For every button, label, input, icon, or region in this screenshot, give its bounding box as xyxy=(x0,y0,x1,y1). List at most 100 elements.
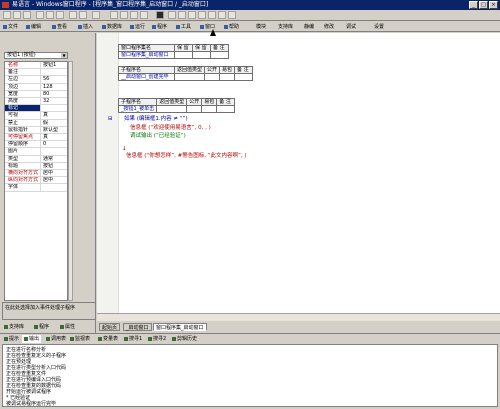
table-cell[interactable] xyxy=(192,51,211,59)
table-cell[interactable] xyxy=(186,105,203,113)
tab-watch-table[interactable]: 监视表 xyxy=(68,335,92,343)
compile-icon[interactable] xyxy=(168,11,176,19)
menu-tools[interactable]: 工具 xyxy=(176,22,191,32)
step-into-icon[interactable] xyxy=(178,11,186,19)
menu-run[interactable]: 运行 xyxy=(130,22,145,32)
align-icon[interactable] xyxy=(130,11,138,19)
help-icon[interactable] xyxy=(228,11,236,19)
table-cell[interactable] xyxy=(210,51,229,59)
property-row[interactable]: 标记 xyxy=(5,105,67,113)
property-value[interactable] xyxy=(43,184,67,190)
menu-edit[interactable]: 编辑 xyxy=(26,22,41,32)
table-cell[interactable] xyxy=(216,105,236,113)
grid-icon[interactable] xyxy=(140,11,148,19)
redo-icon[interactable] xyxy=(79,11,87,19)
open-file-icon[interactable] xyxy=(13,11,21,19)
property-row[interactable]: 图片 xyxy=(5,148,67,156)
table-cell[interactable] xyxy=(234,73,254,81)
find-icon[interactable] xyxy=(92,11,100,19)
property-row[interactable]: 禁止假 xyxy=(5,119,67,127)
menu-module[interactable]: 模块 xyxy=(256,22,266,32)
tab-search2[interactable]: 搜寻2 xyxy=(146,335,168,343)
menu-file[interactable]: 文件 xyxy=(3,22,18,32)
tab-support-lib[interactable]: 支持库 xyxy=(2,323,26,331)
property-row[interactable]: 可停留焦点真 xyxy=(5,134,67,142)
tab-program[interactable]: 程序 xyxy=(32,323,51,331)
editor-scrollbar[interactable] xyxy=(97,313,500,321)
undo-icon[interactable] xyxy=(69,11,77,19)
table-cell[interactable] xyxy=(204,73,221,81)
table-cell[interactable] xyxy=(201,105,218,113)
property-value[interactable]: 真 xyxy=(43,134,67,140)
minimize-button[interactable]: _ xyxy=(469,1,478,9)
tab-hint[interactable]: 提示 xyxy=(2,335,21,343)
stop-icon[interactable] xyxy=(208,11,216,19)
chevron-down-icon[interactable]: ▼ xyxy=(61,53,67,58)
property-row[interactable]: 类型 通常 xyxy=(5,155,67,163)
cut-icon[interactable] xyxy=(36,11,44,19)
property-value[interactable]: 居中 xyxy=(43,177,67,183)
tab-clip-history[interactable]: 剪辑历史 xyxy=(170,335,199,343)
property-row[interactable]: 鼠标指针 默认型 xyxy=(5,126,67,134)
menu-database[interactable]: 数据库 xyxy=(102,22,122,32)
save-icon[interactable] xyxy=(23,11,31,19)
tab-var-table[interactable]: 变量表 xyxy=(96,335,120,343)
property-value[interactable] xyxy=(43,148,67,154)
tab-search1[interactable]: 搜寻1 xyxy=(122,335,144,343)
property-row[interactable]: 可视真 xyxy=(5,112,67,120)
menu-static[interactable]: 静编 xyxy=(304,22,314,32)
property-value[interactable]: 假 xyxy=(43,120,67,126)
object-select[interactable]: 按钮1 (按钮) ▼ xyxy=(4,52,68,59)
layout-icon[interactable] xyxy=(110,11,118,19)
property-value[interactable]: 128 xyxy=(43,84,67,90)
menu-modify[interactable]: 修改 xyxy=(324,22,334,32)
table-cell[interactable] xyxy=(156,105,188,113)
table-cell[interactable] xyxy=(219,73,236,81)
breakpoint-icon[interactable] xyxy=(218,11,226,19)
tab-start-page[interactable]: 起始页 xyxy=(99,323,121,331)
property-row[interactable]: 横向对齐方式 居中 xyxy=(5,170,67,178)
property-value[interactable]: 按钮 xyxy=(43,163,67,169)
step-out-icon[interactable] xyxy=(198,11,206,19)
tab-window-assembly[interactable]: 窗口程序集_启动窗口 xyxy=(153,323,207,331)
output-panel[interactable]: 正在进行名称分析 正在检查重复定义的子程序 正在预处理 正在进行类型分析入口代码 正在检… xyxy=(2,344,498,407)
property-value[interactable]: 80 xyxy=(43,91,67,97)
property-value[interactable]: 0 xyxy=(43,141,67,147)
menu-view[interactable]: 查看 xyxy=(52,22,67,32)
property-row[interactable]: 高度 32 xyxy=(5,98,67,106)
tab-properties[interactable]: 属性 xyxy=(58,323,77,331)
property-scrollbar[interactable] xyxy=(68,61,73,301)
new-file-icon[interactable] xyxy=(3,11,11,19)
table-cell[interactable] xyxy=(174,51,193,59)
property-value[interactable]: 按钮1 xyxy=(43,62,67,68)
property-row[interactable]: 纵向对齐方式 居中 xyxy=(5,177,67,185)
table-cell[interactable]: 窗口程序集_启动窗口 xyxy=(118,51,175,59)
property-row[interactable]: 标题 按钮 xyxy=(5,162,67,170)
table-cell[interactable]: _按钮1_被单击 xyxy=(117,105,158,113)
property-row[interactable]: 停留顺序 0 xyxy=(5,141,67,149)
paste-icon[interactable] xyxy=(56,11,64,19)
copy-icon[interactable] xyxy=(46,11,54,19)
property-row[interactable]: 名称 按钮1 xyxy=(5,62,67,70)
property-row[interactable]: 字体 xyxy=(5,184,67,192)
menu-support-lib[interactable]: 支持库 xyxy=(278,22,293,32)
table-cell[interactable]: __启动窗口_创建完毕 xyxy=(118,73,175,81)
code-line[interactable]: 信息框 (“你想怎样”, #警告图标, “此文内容啊”, ) xyxy=(126,153,247,160)
property-value[interactable]: 56 xyxy=(43,76,67,82)
menu-insert[interactable]: 插入 xyxy=(78,22,93,32)
menu-help[interactable]: 帮助 xyxy=(224,22,239,32)
tab-output[interactable]: 输出 xyxy=(22,335,42,343)
close-button[interactable]: × xyxy=(489,1,498,9)
code-line[interactable]: 如果 (编辑框1.内容 ≠ “”) xyxy=(124,116,188,123)
property-row[interactable]: 顶边 128 xyxy=(5,83,67,91)
fold-marker-icon[interactable]: ⊟ xyxy=(108,116,113,123)
step-over-icon[interactable] xyxy=(188,11,196,19)
property-value[interactable]: 居中 xyxy=(43,170,67,176)
code-line[interactable]: 信息框 (“欢迎使用易语言”, 0, , ) xyxy=(130,125,211,132)
menu-debug[interactable]: 调试 xyxy=(346,22,356,32)
property-row[interactable]: 宽度 80 xyxy=(5,90,67,98)
maximize-button[interactable]: □ xyxy=(479,1,488,9)
menu-program[interactable]: 程序 xyxy=(152,22,167,32)
property-row[interactable]: 备注 xyxy=(5,69,67,77)
menu-settings[interactable]: 设置 xyxy=(374,22,384,32)
